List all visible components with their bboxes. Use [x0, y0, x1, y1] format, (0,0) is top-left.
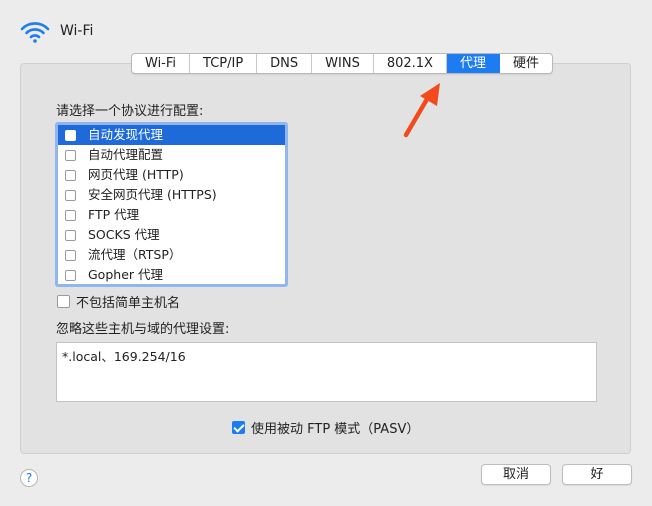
window-title: Wi-Fi	[60, 23, 94, 39]
protocol-item-gopher[interactable]: Gopher 代理	[58, 265, 285, 285]
ok-button[interactable]: 好	[562, 464, 632, 485]
protocol-checkbox[interactable]	[65, 169, 76, 181]
passive-ftp-row[interactable]: 使用被动 FTP 模式（PASV）	[232, 418, 419, 437]
protocol-item-label: 网页代理 (HTTP)	[88, 167, 184, 182]
protocol-checkbox[interactable]	[65, 229, 76, 241]
tab-8021x[interactable]: 802.1X	[374, 54, 447, 73]
tab-hardware[interactable]: 硬件	[500, 54, 552, 73]
help-button[interactable]: ?	[20, 469, 38, 487]
protocol-checkbox[interactable]	[65, 269, 76, 281]
passive-ftp-checkbox[interactable]	[232, 421, 245, 434]
protocol-item-label: SOCKS 代理	[88, 227, 160, 242]
protocol-item-label: 流代理（RTSP）	[88, 247, 182, 262]
protocol-item-label: Gopher 代理	[88, 267, 163, 282]
tab-proxy[interactable]: 代理	[446, 54, 500, 73]
cancel-button[interactable]: 取消	[481, 464, 551, 485]
protocol-checkbox[interactable]	[65, 189, 76, 201]
protocol-item-https[interactable]: 安全网页代理 (HTTPS)	[58, 185, 285, 205]
annotation-arrow-icon	[403, 83, 440, 138]
protocol-checkbox[interactable]	[65, 249, 76, 261]
passive-ftp-label: 使用被动 FTP 模式（PASV）	[251, 422, 420, 437]
protocol-item-label: 自动发现代理	[88, 127, 164, 142]
protocol-list: 自动发现代理 自动代理配置 网页代理 (HTTP) 安全网页代理 (HTTPS)…	[55, 122, 288, 287]
protocol-item-ftp[interactable]: FTP 代理	[58, 205, 285, 225]
exclude-simple-hostnames-label: 不包括简单主机名	[76, 296, 181, 311]
protocol-item-http[interactable]: 网页代理 (HTTP)	[58, 165, 285, 185]
bypass-hosts-textarea[interactable]: *.local、169.254/16	[56, 342, 597, 402]
exclude-simple-hostnames-row[interactable]: 不包括简单主机名	[57, 292, 180, 311]
protocol-item-label: 安全网页代理 (HTTPS)	[88, 187, 217, 202]
exclude-simple-hostnames-checkbox[interactable]	[57, 295, 70, 308]
tab-wifi[interactable]: Wi-Fi	[132, 54, 191, 73]
tab-tcpip[interactable]: TCP/IP	[190, 54, 258, 73]
tab-wins[interactable]: WINS	[312, 54, 374, 73]
protocol-checkbox[interactable]	[65, 209, 76, 221]
protocol-item-auto-discovery[interactable]: 自动发现代理	[58, 125, 285, 145]
tab-bar: Wi-Fi TCP/IP DNS WINS 802.1X 代理 硬件	[131, 53, 553, 74]
tab-dns[interactable]: DNS	[257, 54, 313, 73]
bypass-label: 忽略这些主机与域的代理设置:	[56, 322, 230, 337]
protocol-section-label: 请选择一个协议进行配置:	[56, 104, 204, 119]
protocol-checkbox[interactable]	[65, 129, 76, 141]
protocol-item-auto-config[interactable]: 自动代理配置	[58, 145, 285, 165]
protocol-checkbox[interactable]	[65, 149, 76, 161]
protocol-item-label: 自动代理配置	[88, 147, 164, 162]
wifi-icon	[20, 22, 50, 43]
protocol-item-label: FTP 代理	[88, 207, 140, 222]
protocol-item-socks[interactable]: SOCKS 代理	[58, 225, 285, 245]
protocol-item-rtsp[interactable]: 流代理（RTSP）	[58, 245, 285, 265]
